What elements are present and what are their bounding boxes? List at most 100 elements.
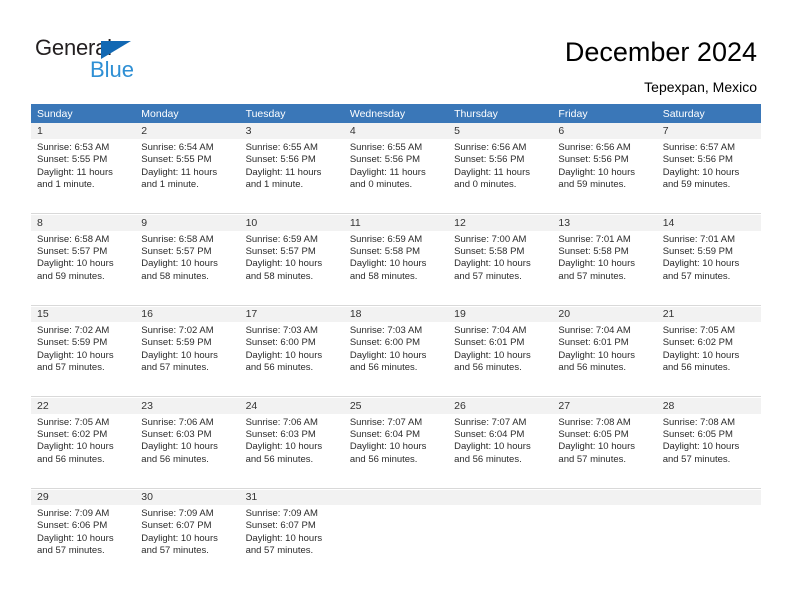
weekday-header-thursday: Thursday [448, 104, 553, 123]
sunrise-text: Sunrise: 6:57 AM [662, 142, 736, 153]
daylight-text-line2: and 57 minutes. [141, 545, 209, 557]
sunset-text: Sunset: 6:00 PM [245, 337, 316, 349]
daylight-text-line1: Daylight: 11 hours [141, 166, 218, 178]
sunset-text: Sunset: 6:06 PM [37, 520, 108, 532]
sunset-text: Sunset: 5:55 PM [141, 154, 212, 166]
day-cell-details[interactable]: Sunrise: 7:06 AM Sunset: 6:03 PM Daylight:… [239, 413, 344, 488]
day-cell-details[interactable]: Sunrise: 6:56 AM Sunset: 5:56 PM Daylight:… [552, 139, 657, 213]
day-cell-details[interactable]: Sunrise: 7:02 AM Sunset: 5:59 PM Daylight:… [31, 322, 136, 396]
day-cell-details[interactable]: Sunrise: 7:04 AM Sunset: 6:01 PM Daylight:… [448, 322, 553, 396]
day-number[interactable]: 17 [239, 305, 344, 322]
day-number[interactable]: 31 [239, 488, 344, 505]
day-number[interactable]: 18 [343, 305, 449, 322]
daylight-text-line1: Daylight: 11 hours [245, 166, 322, 178]
sunset-text: Sunset: 6:01 PM [558, 337, 629, 349]
sunrise-text: Sunrise: 7:08 AM [662, 416, 736, 428]
day-cell-details[interactable]: Sunrise: 6:58 AM Sunset: 5:57 PM Daylight:… [135, 230, 240, 305]
sunrise-text: Sunrise: 7:08 AM [558, 416, 631, 428]
day-cell-details[interactable]: Sunrise: 6:58 AM Sunset: 5:57 PM Daylight:… [31, 230, 136, 305]
daylight-text-line1: Daylight: 10 hours [245, 441, 323, 453]
day-number[interactable]: 13 [552, 214, 657, 231]
day-cell-details[interactable]: Sunrise: 6:54 AM Sunset: 5:55 PM Daylight:… [135, 139, 240, 213]
day-number[interactable]: 27 [552, 397, 657, 414]
sunrise-text: Sunrise: 7:04 AM [558, 325, 631, 336]
week-info-row: Sunrise: 7:02 AM Sunset: 5:59 PM Daylight:… [31, 322, 761, 396]
daylight-text-line2: and 56 minutes. [349, 362, 418, 374]
week-number-row: 29 30 31 [31, 488, 761, 505]
general-blue-logo[interactable]: General Blue [35, 36, 215, 84]
day-number[interactable]: 21 [656, 305, 761, 322]
day-cell-details[interactable]: Sunrise: 6:59 AM Sunset: 5:57 PM Daylight:… [239, 230, 344, 305]
daylight-text-line2: and 56 minutes. [662, 362, 731, 374]
day-number[interactable]: 28 [656, 397, 761, 414]
day-cell-details[interactable]: Sunrise: 7:09 AM Sunset: 6:07 PM Daylight:… [135, 505, 240, 579]
day-cell-details[interactable]: Sunrise: 6:55 AM Sunset: 5:56 PM Daylight:… [239, 139, 344, 213]
day-number[interactable]: 6 [552, 123, 657, 139]
day-cell-details[interactable]: Sunrise: 7:08 AM Sunset: 6:05 PM Daylight:… [552, 413, 657, 488]
day-number[interactable]: 22 [31, 397, 136, 414]
daylight-text-line2: and 58 minutes. [349, 270, 418, 282]
day-number[interactable]: 30 [135, 488, 240, 505]
daylight-text-line2: and 59 minutes. [37, 270, 105, 282]
day-number[interactable]: 4 [343, 123, 449, 139]
day-cell-details[interactable]: Sunrise: 7:05 AM Sunset: 6:02 PM Daylight:… [31, 413, 136, 488]
sunrise-text: Sunrise: 6:55 AM [245, 142, 318, 153]
daylight-text-line2: and 56 minutes. [454, 362, 522, 374]
day-cell-details[interactable]: Sunrise: 7:01 AM Sunset: 5:58 PM Daylight:… [552, 230, 657, 305]
sunrise-text: Sunrise: 7:03 AM [245, 325, 318, 336]
day-cell-details[interactable]: Sunrise: 6:53 AM Sunset: 5:55 PM Daylight:… [31, 139, 136, 213]
sunrise-text: Sunrise: 6:59 AM [245, 233, 318, 245]
page-location: Tepexpan, Mexico [644, 79, 757, 95]
day-cell-details[interactable]: Sunrise: 6:56 AM Sunset: 5:56 PM Daylight:… [448, 139, 553, 213]
day-number[interactable]: 14 [656, 214, 761, 231]
day-cell-details[interactable]: Sunrise: 7:02 AM Sunset: 5:59 PM Daylight:… [135, 322, 240, 396]
day-cell-details[interactable]: Sunrise: 7:09 AM Sunset: 6:07 PM Daylight:… [239, 505, 344, 579]
day-number[interactable]: 25 [343, 397, 449, 414]
daylight-text-line2: and 57 minutes. [558, 453, 627, 465]
day-cell-details[interactable]: Sunrise: 7:01 AM Sunset: 5:59 PM Daylight:… [656, 230, 761, 305]
day-number[interactable]: 5 [448, 123, 553, 139]
day-number[interactable]: 2 [135, 123, 240, 139]
day-number[interactable]: 16 [135, 305, 240, 322]
calendar-page: General Blue December 2024 Tepexpan, Mex… [0, 0, 792, 612]
daylight-text-line2: and 1 minute. [141, 179, 199, 191]
daylight-text-line2: and 56 minutes. [349, 453, 418, 465]
day-cell-details[interactable]: Sunrise: 7:04 AM Sunset: 6:01 PM Daylight:… [552, 322, 657, 396]
day-cell-details[interactable]: Sunrise: 7:07 AM Sunset: 6:04 PM Daylight:… [343, 413, 449, 488]
day-number[interactable]: 24 [239, 397, 344, 414]
day-cell-details[interactable]: Sunrise: 7:07 AM Sunset: 6:04 PM Daylight:… [448, 413, 553, 488]
day-cell-details[interactable]: Sunrise: 7:03 AM Sunset: 6:00 PM Daylight:… [343, 322, 449, 396]
day-number[interactable]: 23 [135, 397, 240, 414]
day-number[interactable]: 26 [448, 397, 553, 414]
daylight-text-line2: and 59 minutes. [662, 179, 731, 191]
day-number[interactable]: 20 [552, 305, 657, 322]
day-cell-details[interactable]: Sunrise: 7:05 AM Sunset: 6:02 PM Daylight:… [656, 322, 761, 396]
day-number[interactable]: 10 [239, 214, 344, 231]
daylight-text-line1: Daylight: 10 hours [454, 258, 531, 270]
day-cell-details[interactable]: Sunrise: 7:00 AM Sunset: 5:58 PM Daylight:… [448, 230, 553, 305]
sunrise-text: Sunrise: 7:02 AM [37, 325, 110, 336]
day-number[interactable]: 11 [343, 214, 449, 231]
day-number[interactable]: 12 [448, 214, 553, 231]
day-number[interactable]: 15 [31, 305, 136, 322]
day-number[interactable]: 19 [448, 305, 553, 322]
week-info-row: Sunrise: 7:09 AM Sunset: 6:06 PM Daylight:… [31, 505, 761, 579]
day-cell-details[interactable]: Sunrise: 6:55 AM Sunset: 5:56 PM Daylight:… [343, 139, 449, 213]
sunset-text: Sunset: 5:56 PM [454, 154, 525, 166]
day-cell-details[interactable]: Sunrise: 6:57 AM Sunset: 5:56 PM Daylight:… [656, 139, 761, 213]
day-cell-details[interactable]: Sunrise: 7:06 AM Sunset: 6:03 PM Daylight:… [135, 413, 240, 488]
day-cell-details[interactable]: Sunrise: 6:59 AM Sunset: 5:58 PM Daylight:… [343, 230, 449, 305]
day-number[interactable]: 1 [31, 123, 136, 139]
day-number[interactable]: 9 [135, 214, 240, 231]
day-number[interactable]: 7 [656, 123, 761, 139]
day-number[interactable]: 8 [31, 214, 136, 231]
day-number[interactable]: 3 [239, 123, 344, 139]
daylight-text-line1: Daylight: 10 hours [141, 349, 218, 361]
day-cell-details[interactable]: Sunrise: 7:03 AM Sunset: 6:00 PM Daylight:… [239, 322, 344, 396]
day-cell-details[interactable]: Sunrise: 7:09 AM Sunset: 6:06 PM Daylight:… [31, 505, 136, 579]
daylight-text-line2: and 58 minutes. [245, 270, 314, 282]
weekday-header-monday: Monday [135, 104, 240, 123]
day-cell-details[interactable]: Sunrise: 7:08 AM Sunset: 6:05 PM Daylight:… [656, 413, 761, 488]
day-number[interactable]: 29 [31, 488, 136, 505]
empty-day-number [343, 488, 449, 505]
